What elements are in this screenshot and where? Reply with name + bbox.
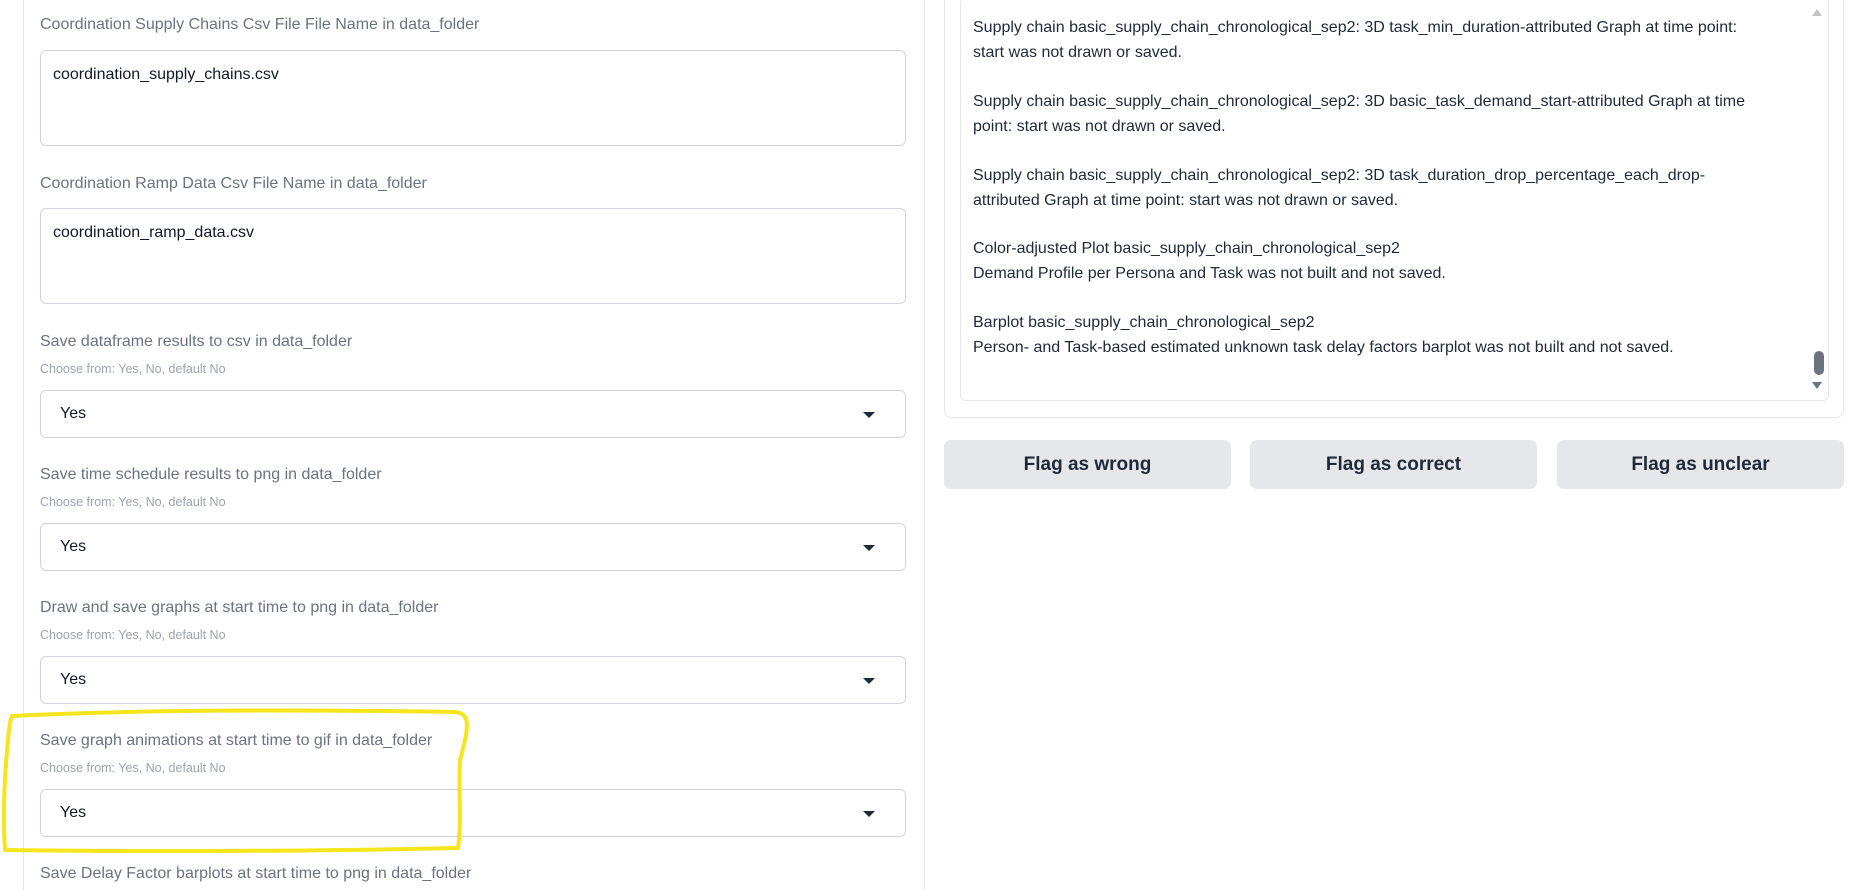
- log-line: Supply chain basic_supply_chain_chronolo…: [973, 93, 1746, 110]
- save-dataframe-label: Save dataframe results to csv in data_fo…: [40, 333, 353, 350]
- flag-wrong-button[interactable]: Flag as wrong: [944, 440, 1231, 489]
- save-dataframe-dropdown[interactable]: Yes: [40, 390, 906, 438]
- supply-chains-csv-label: Coordination Supply Chains Csv File File…: [40, 16, 480, 33]
- save-dataframe-info: Choose from: Yes, No, default No: [40, 362, 226, 376]
- chevron-down-icon: [863, 545, 875, 551]
- ramp-data-csv-input[interactable]: coordination_ramp_data.csv: [40, 208, 906, 304]
- draw-graphs-info: Choose from: Yes, No, default No: [40, 628, 226, 642]
- scroll-up-icon[interactable]: [1812, 9, 1822, 16]
- output-panel: Supply chain basic_supply_chain_chronolo…: [944, 0, 1844, 418]
- scrollbar-thumb[interactable]: [1814, 351, 1824, 375]
- scroll-down-icon[interactable]: [1812, 382, 1822, 389]
- save-animations-value: Yes: [60, 804, 87, 821]
- supply-chains-csv-input[interactable]: coordination_supply_chains.csv: [40, 50, 906, 146]
- save-delay-barplots-label: Save Delay Factor barplots at start time…: [40, 865, 472, 882]
- log-line: Barplot basic_supply_chain_chronological…: [973, 314, 1315, 331]
- output-log-textarea[interactable]: Supply chain basic_supply_chain_chronolo…: [960, 1, 1829, 401]
- flag-correct-button[interactable]: Flag as correct: [1250, 440, 1537, 489]
- log-line: Demand Profile per Persona and Task was …: [973, 265, 1446, 282]
- log-line: Person- and Task-based estimated unknown…: [973, 339, 1674, 356]
- log-line: Supply chain basic_supply_chain_chronolo…: [973, 19, 1738, 36]
- save-animations-label: Save graph animations at start time to g…: [40, 732, 433, 749]
- ramp-data-csv-label: Coordination Ramp Data Csv File Name in …: [40, 175, 427, 192]
- log-line: Supply chain basic_supply_chain_chronolo…: [973, 167, 1706, 184]
- log-line: Color-adjusted Plot basic_supply_chain_c…: [973, 240, 1400, 257]
- chevron-down-icon: [863, 678, 875, 684]
- log-line: attributed Graph at time point: start wa…: [973, 192, 1399, 209]
- flag-unclear-button[interactable]: Flag as unclear: [1557, 440, 1844, 489]
- chevron-down-icon: [863, 412, 875, 418]
- save-animations-dropdown[interactable]: Yes: [40, 789, 906, 837]
- input-panel: Coordination Supply Chains Csv File File…: [23, 0, 925, 890]
- save-dataframe-value: Yes: [60, 405, 87, 422]
- draw-graphs-label: Draw and save graphs at start time to pn…: [40, 599, 439, 616]
- draw-graphs-value: Yes: [60, 671, 87, 688]
- chevron-down-icon: [863, 811, 875, 817]
- save-animations-info: Choose from: Yes, No, default No: [40, 761, 226, 775]
- save-time-schedule-dropdown[interactable]: Yes: [40, 523, 906, 571]
- save-time-schedule-label: Save time schedule results to png in dat…: [40, 466, 382, 483]
- save-time-schedule-info: Choose from: Yes, No, default No: [40, 495, 226, 509]
- log-line: start was not drawn or saved.: [973, 44, 1182, 61]
- save-time-schedule-value: Yes: [60, 538, 87, 555]
- draw-graphs-dropdown[interactable]: Yes: [40, 656, 906, 704]
- log-line: point: start was not drawn or saved.: [973, 118, 1226, 135]
